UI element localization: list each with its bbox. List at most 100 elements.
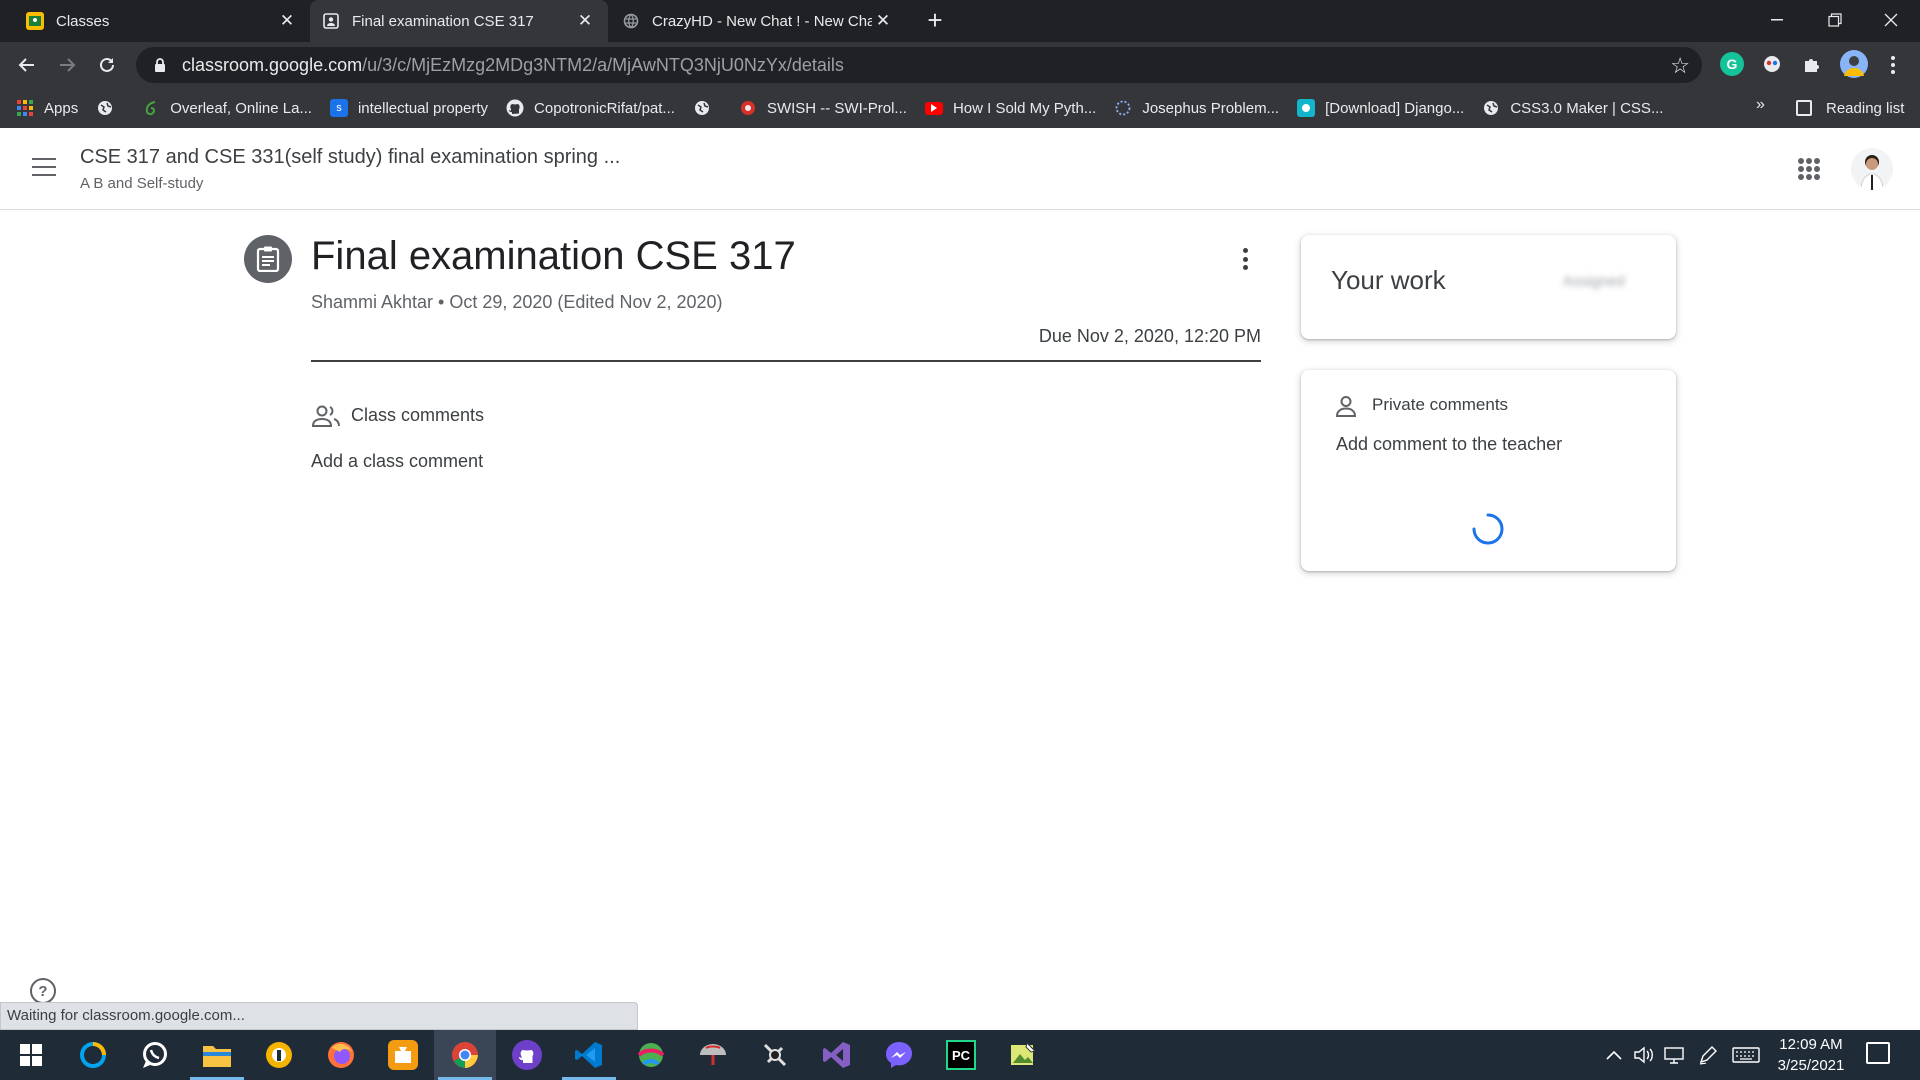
network-icon[interactable] [1664,1030,1686,1080]
apps-grid-icon [16,99,34,117]
image-editor-icon [1008,1040,1038,1070]
messenger-icon [884,1040,914,1070]
taskbar-app-16[interactable] [992,1030,1054,1080]
forward-arrow-icon[interactable] [52,50,82,80]
tab-title: Final examination CSE 317 [352,12,534,30]
bookmark-youtube[interactable]: How I Sold My Pyth... [924,99,1097,117]
circular-app-icon [78,1040,108,1070]
globe-app-icon [636,1040,666,1070]
assignment-title: Final examination CSE 317 [311,234,796,278]
google-apps-icon[interactable] [1798,158,1820,180]
taskbar-app-10[interactable] [620,1030,682,1080]
taskbar-app-6[interactable] [372,1030,434,1080]
puzzle-extensions-icon[interactable] [1800,52,1824,76]
bookmark-css3-maker[interactable]: CSS3.0 Maker | CSS... [1482,99,1663,117]
more-options-icon[interactable] [1234,246,1256,272]
bookmarks-overflow-button[interactable]: » [1756,96,1765,114]
private-comments-card: Private comments Add comment to the teac… [1301,370,1676,571]
taskbar-firefox[interactable] [310,1030,372,1080]
taskbar-whatsapp[interactable] [124,1030,186,1080]
taskbar-app-11[interactable] [682,1030,744,1080]
volume-icon[interactable] [1634,1030,1656,1080]
add-class-comment-link[interactable]: Add a class comment [311,451,483,472]
account-avatar[interactable] [1851,148,1893,190]
taskbar-messenger[interactable] [868,1030,930,1080]
due-date: Due Nov 2, 2020, 12:20 PM [1038,326,1261,346]
browser-status-bar: Waiting for classroom.google.com... [0,1002,638,1030]
clock-time: 12:09 AM [1779,1036,1843,1053]
browser-tab-strip: Classes ✕ Final examination CSE 317 ✕ Cr… [0,0,1920,42]
tab-classes[interactable]: Classes ✕ [14,0,310,42]
taskbar-pycharm[interactable]: PC [930,1030,992,1080]
grammarly-extension-icon[interactable]: G [1720,52,1744,76]
tray-overflow-icon[interactable] [1606,1030,1622,1080]
bookmark-apps[interactable]: Apps [16,99,78,117]
back-arrow-icon[interactable] [12,50,42,80]
bookmark-swish[interactable]: SWISH -- SWI-Prol... [739,99,907,117]
globe-icon [96,99,114,117]
tab-crazyhd[interactable]: CrazyHD - New Chat ! - New Cha ✕ [610,0,906,42]
bookmark-globe-2[interactable] [693,99,721,117]
notification-center-icon[interactable] [1866,1042,1890,1064]
course-title[interactable]: CSE 317 and CSE 331(self study) final ex… [80,146,620,169]
taskbar-visual-studio[interactable] [806,1030,868,1080]
bookmark-globe[interactable] [96,99,124,117]
bookmark-star-icon[interactable]: ☆ [1670,53,1690,79]
taskbar-vscode[interactable] [558,1030,620,1080]
start-button[interactable] [0,1030,62,1080]
keyboard-icon[interactable] [1732,1030,1760,1080]
bookmark-github[interactable]: CopotronicRifat/pat... [506,99,675,117]
bookmark-django[interactable]: [Download] Django... [1297,99,1464,117]
dotted-circle-icon [1114,99,1132,117]
media-app-icon [388,1040,418,1070]
system-clock[interactable]: 12:09 AM 3/25/2021 [1766,1034,1856,1076]
globe-icon [1482,99,1500,117]
clock-date: 3/25/2021 [1777,1057,1845,1074]
taskbar-app-4[interactable] [248,1030,310,1080]
extension-icon[interactable] [1760,52,1784,76]
tab-close-icon[interactable]: ✕ [574,11,596,31]
tab-close-icon[interactable]: ✕ [276,11,298,31]
browser-toolbar: classroom.google.com/u/3/c/MjEzMzg2MDg3N… [0,42,1920,88]
private-comments-label: Private comments [1372,395,1509,414]
taskbar-app-1[interactable] [62,1030,124,1080]
loading-spinner-icon [1472,513,1504,545]
taskbar-app-12[interactable] [744,1030,806,1080]
profile-avatar-icon[interactable] [1840,50,1868,78]
chrome-icon [450,1040,480,1070]
close-window-icon[interactable] [1862,0,1920,40]
reload-icon[interactable] [92,50,122,80]
main-menu-icon[interactable] [32,158,56,178]
url-path: /u/3/c/MjEzMzg2MDg3NTM2/a/MjAwNTQ3NjU0Nz… [362,54,844,75]
s-icon: s [329,99,348,117]
bookmark-label: Overleaf, Online La... [170,99,312,117]
tab-title: CrazyHD - New Chat ! - New Cha [652,12,872,30]
globe-favicon-icon [622,12,640,30]
assignment-favicon-icon [322,12,340,30]
restore-icon[interactable] [1806,0,1864,40]
minimize-icon[interactable] [1748,0,1806,40]
classroom-favicon-icon [26,12,44,30]
bookmark-intellectual-property[interactable]: s intellectual property [329,99,489,117]
bookmark-label: intellectual property [357,99,489,117]
taskbar-chrome[interactable] [434,1030,496,1080]
taskbar-file-explorer[interactable] [186,1030,248,1080]
taskbar-github-desktop[interactable] [496,1030,558,1080]
lock-icon[interactable] [152,57,168,73]
tab-final-examination[interactable]: Final examination CSE 317 ✕ [310,0,608,42]
new-tab-button[interactable]: + [922,7,948,34]
pen-icon[interactable] [1698,1030,1718,1080]
bookmark-josephus[interactable]: Josephus Problem... [1114,99,1279,117]
add-private-comment-link[interactable]: Add comment to the teacher [1336,434,1562,455]
address-bar[interactable]: classroom.google.com/u/3/c/MjEzMzg2MDg3N… [136,47,1702,83]
help-icon[interactable]: ? [30,978,56,1004]
tab-close-icon[interactable]: ✕ [872,11,894,31]
folder-icon [202,1040,232,1070]
download-site-icon [1297,99,1316,117]
bookmark-label: How I Sold My Pyth... [952,99,1097,117]
bookmark-overleaf[interactable]: Overleaf, Online La... [142,99,312,117]
your-work-title: Your work [1331,265,1446,295]
reading-list-button[interactable]: Reading list [1796,88,1904,128]
classroom-header: CSE 317 and CSE 331(self study) final ex… [0,128,1920,210]
chrome-menu-icon[interactable] [1878,50,1908,80]
